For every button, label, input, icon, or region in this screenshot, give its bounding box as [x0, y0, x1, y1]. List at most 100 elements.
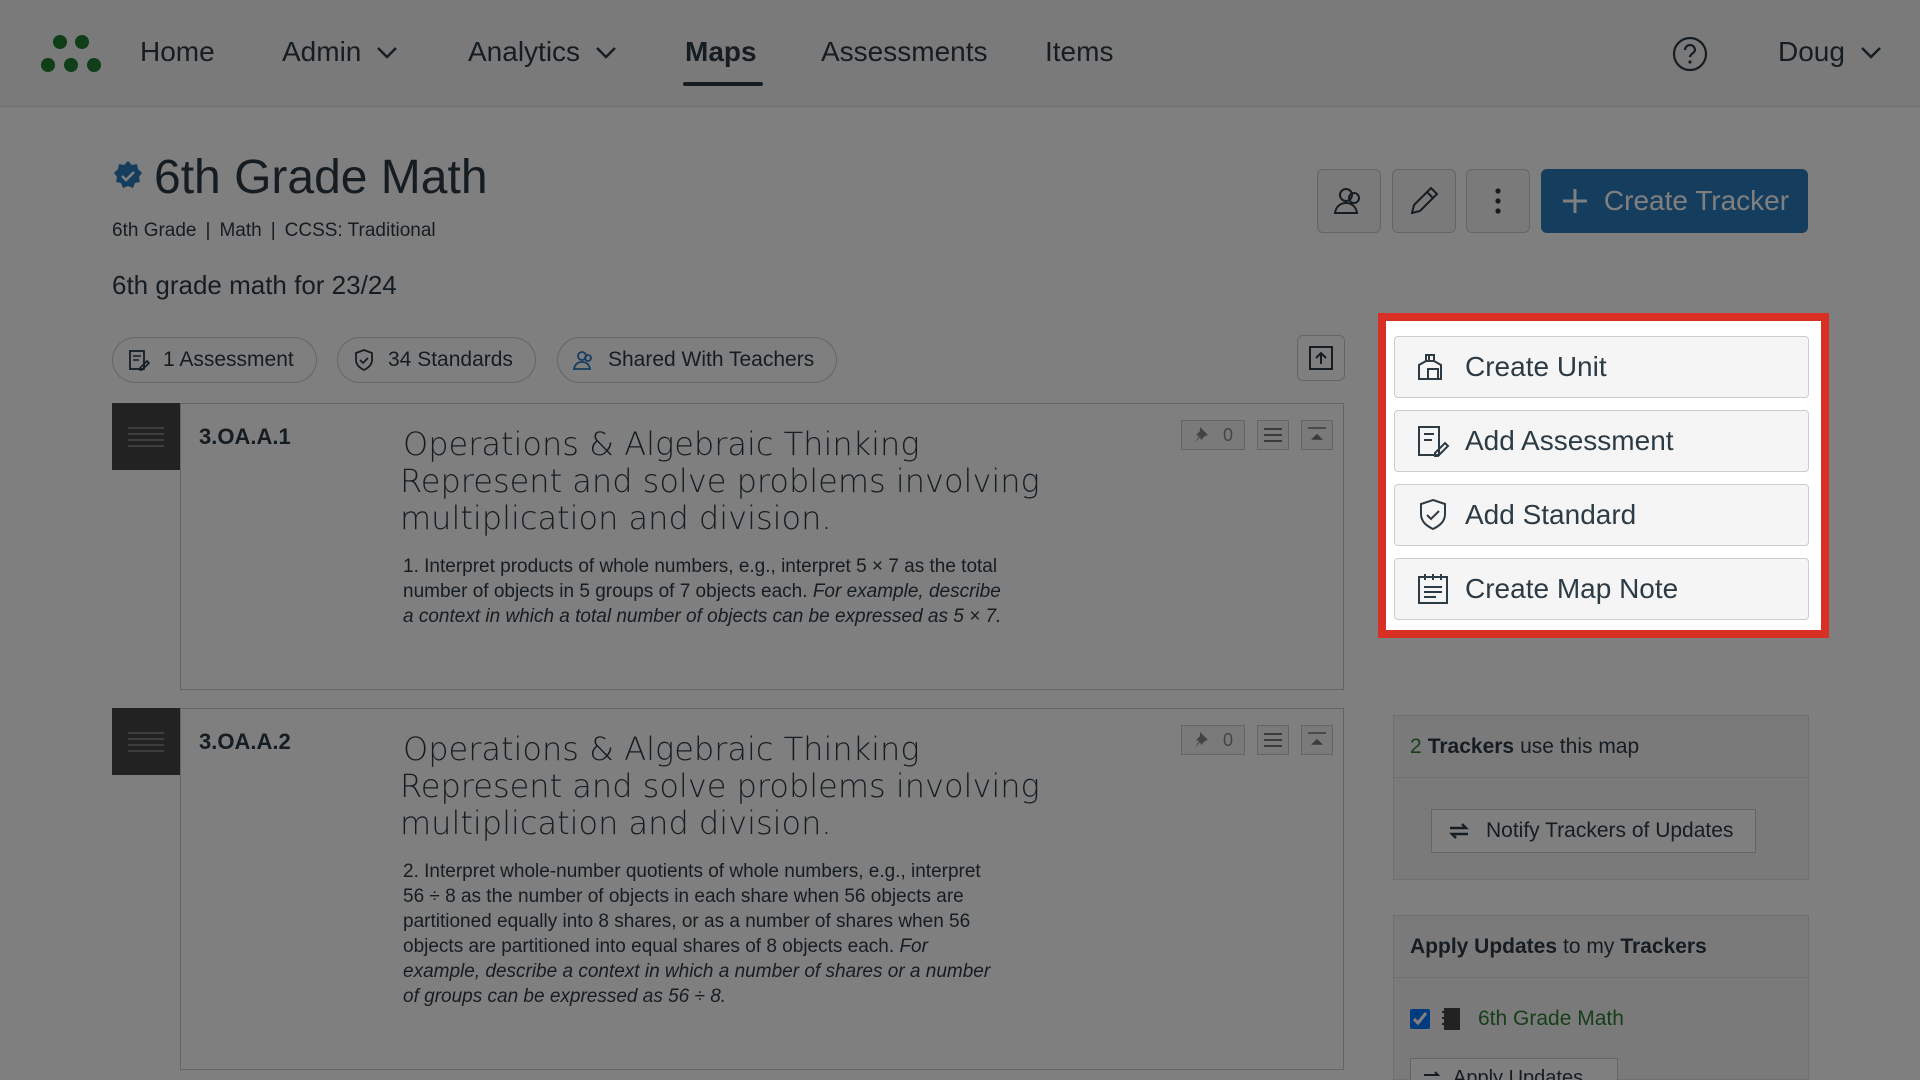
trackers-header: 2 Trackers use this map [1394, 716, 1808, 778]
card-tools: 0 [1181, 725, 1333, 755]
user-menu[interactable]: Doug [1778, 36, 1883, 68]
apply-title: Apply Updates [1410, 934, 1558, 958]
collapse-button[interactable] [1301, 725, 1333, 755]
add-assessment-button[interactable]: Add Assessment [1394, 410, 1809, 472]
people-icon [1333, 188, 1360, 214]
assessment-icon [1418, 426, 1450, 457]
sync-icon [1449, 823, 1469, 839]
create-unit-button[interactable]: Create Unit [1394, 336, 1809, 398]
standard-body: 1. Interpret products of whole numbers, … [403, 554, 1003, 629]
standard-code: 3.OA.A.1 [199, 424, 291, 449]
trackers-word: Trackers [1427, 734, 1515, 758]
nav-maps[interactable]: Maps [683, 36, 763, 86]
nav-assessments-label: Assessments [821, 36, 988, 67]
add-standard-button[interactable]: Add Standard [1394, 484, 1809, 546]
plus-icon [1562, 189, 1587, 213]
add-standard-label: Add Standard [1465, 499, 1637, 530]
help-icon[interactable] [1672, 36, 1708, 72]
nav-analytics-label: Analytics [468, 36, 581, 67]
nav-analytics[interactable]: Analytics [468, 36, 618, 68]
shared-pill[interactable]: Shared With Teachers [557, 337, 838, 383]
standard-card: 3.OA.A.1 Operations & Algebraic Thinking… [180, 403, 1344, 690]
app-logo-icon[interactable] [38, 30, 104, 76]
drag-handle[interactable] [112, 403, 180, 470]
create-map-note-label: Create Map Note [1465, 573, 1679, 604]
assessments-pill[interactable]: 1 Assessment [112, 337, 317, 383]
verified-badge-icon [114, 161, 142, 188]
chevron-down-icon [377, 47, 398, 59]
meta-subject: Math [219, 220, 262, 241]
notify-trackers-button[interactable]: Notify Trackers of Updates [1431, 809, 1756, 853]
create-unit-label: Create Unit [1465, 351, 1607, 382]
collapse-icon [1308, 732, 1326, 745]
card-tools: 0 [1181, 420, 1333, 450]
apply-updates-button[interactable]: Apply Updates [1410, 1058, 1618, 1080]
people-icon [572, 351, 592, 370]
unit-icon [1418, 354, 1442, 380]
pin-button[interactable]: 0 [1181, 420, 1245, 450]
chevron-down-icon [1861, 47, 1881, 59]
list-icon [1264, 428, 1282, 442]
trackers-count: 2 [1410, 734, 1422, 758]
create-tracker-label: Create Tracker [1603, 185, 1790, 216]
apply-to-text: to my [1563, 934, 1615, 958]
notebook-icon [1442, 1008, 1460, 1030]
pin-icon [1194, 732, 1208, 748]
assessment-icon [129, 350, 151, 371]
nav-items[interactable]: Items [1045, 36, 1113, 68]
details-button[interactable] [1257, 725, 1289, 755]
add-assessment-label: Add Assessment [1465, 425, 1674, 456]
tracker-link[interactable]: 6th Grade Math [1478, 1007, 1624, 1031]
page-title: 6th Grade Math [154, 151, 488, 204]
standards-count: 34 Standards [388, 348, 513, 371]
standards-pill[interactable]: 34 Standards [337, 337, 536, 383]
nav-home[interactable]: Home [140, 36, 215, 68]
edit-button[interactable] [1392, 169, 1456, 233]
standard-cluster: Represent and solve problems involving m… [400, 767, 1040, 842]
nav-assessments[interactable]: Assessments [821, 36, 988, 68]
sync-icon [1423, 1071, 1441, 1080]
create-tracker-button[interactable]: Create Tracker [1541, 169, 1808, 233]
trackers-use-text: use this map [1520, 734, 1640, 758]
drag-handle[interactable] [112, 708, 180, 775]
meta-framework: CCSS: Traditional [284, 220, 436, 241]
standard-domain: Operations & Algebraic Thinking [403, 730, 920, 768]
share-button[interactable] [1317, 169, 1381, 233]
notify-label: Notify Trackers of Updates [1486, 819, 1734, 842]
standard-heading: Operations & Algebraic Thinking Represen… [400, 730, 1043, 842]
nav-admin[interactable]: Admin [282, 36, 399, 68]
standard-code: 3.OA.A.2 [199, 729, 291, 754]
nav-admin-label: Admin [282, 36, 362, 67]
apply-updates-header: Apply Updates to my Trackers [1394, 916, 1808, 978]
create-map-note-button[interactable]: Create Map Note [1394, 558, 1809, 620]
shield-icon [1420, 498, 1446, 531]
standard-domain: Operations & Algebraic Thinking [403, 425, 920, 463]
list-icon [1264, 733, 1282, 747]
shield-icon [355, 349, 373, 372]
nav-home-label: Home [140, 36, 215, 67]
details-button[interactable] [1257, 420, 1289, 450]
map-meta: 6th Grade | Math | CCSS: Traditional [112, 220, 436, 242]
standard-heading: Operations & Algebraic Thinking Represen… [400, 425, 1043, 537]
map-description: 6th grade math for 23/24 [112, 270, 397, 300]
standard-cluster: Represent and solve problems involving m… [400, 462, 1040, 537]
trackers-panel: 2 Trackers use this map Notify Trackers … [1393, 715, 1809, 880]
meta-separator: | [205, 220, 211, 241]
pin-count: 0 [1222, 424, 1233, 445]
collapse-icon [1308, 427, 1326, 440]
more-options-button[interactable] [1466, 169, 1530, 233]
nav-maps-label: Maps [685, 36, 757, 67]
upload-icon [1309, 346, 1333, 370]
meta-separator: | [270, 220, 276, 241]
tracker-checkbox[interactable] [1410, 1009, 1430, 1029]
standard-text: 2. Interpret whole-number quotients of w… [403, 861, 981, 957]
tracker-row: 6th Grade Math [1410, 1006, 1624, 1032]
collapse-button[interactable] [1301, 420, 1333, 450]
pin-icon [1194, 427, 1208, 443]
assessments-count: 1 Assessment [163, 348, 294, 371]
meta-grade: 6th Grade [112, 220, 197, 241]
pin-count: 0 [1222, 729, 1233, 750]
pin-button[interactable]: 0 [1181, 725, 1245, 755]
export-button[interactable] [1297, 335, 1345, 381]
apply-updates-panel: Apply Updates to my Trackers 6th Grade M… [1393, 915, 1809, 1080]
